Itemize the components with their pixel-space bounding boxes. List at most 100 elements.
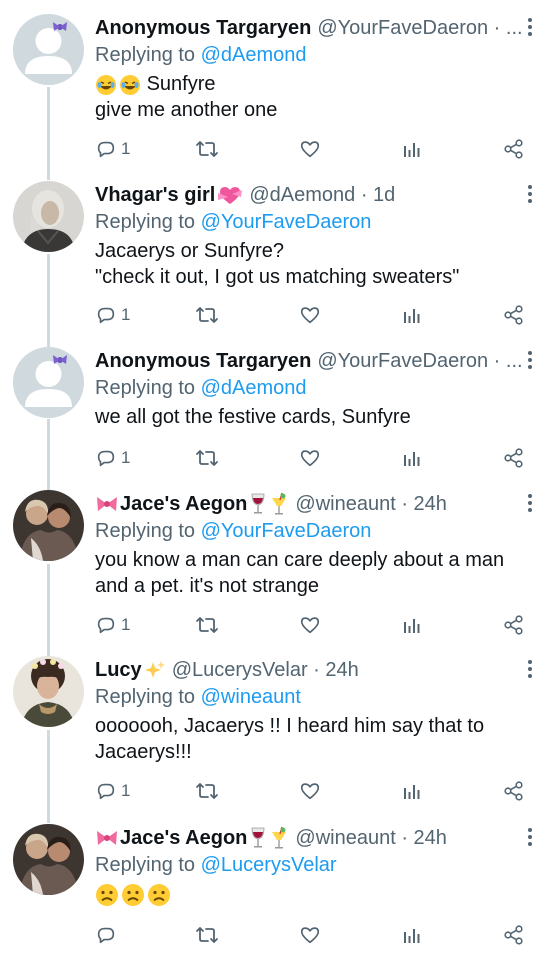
reply-button[interactable]: 1 (95, 136, 130, 162)
avatar[interactable] (13, 347, 84, 418)
avatar[interactable] (13, 824, 84, 895)
reply-thread: Anonymous Targaryen @YourFaveDaeron · ..… (0, 0, 558, 960)
more-icon[interactable] (526, 183, 534, 205)
display-name[interactable]: Anonymous Targaryen (95, 350, 311, 373)
share-icon (504, 615, 523, 635)
tweet[interactable]: Jace's Aegon @wineaunt · 24h Replying to… (0, 824, 558, 960)
tweet[interactable]: Anonymous Targaryen @YourFaveDaeron · ..… (0, 347, 558, 477)
avatar[interactable] (13, 656, 84, 727)
like-icon (300, 783, 320, 800)
reply-count: 1 (121, 615, 131, 634)
analytics-icon (404, 785, 420, 799)
sparkles-emoji-icon (144, 659, 166, 681)
mention-link[interactable]: @dAemond (201, 44, 307, 66)
like-icon (300, 617, 320, 634)
retweet-icon (196, 927, 218, 943)
tweet-text: Jacaerys or Sunfyre? "check it out, I go… (95, 240, 460, 288)
like-button[interactable] (299, 778, 321, 804)
share-button[interactable] (503, 136, 525, 162)
mention-link[interactable]: @YourFaveDaeron (201, 211, 372, 233)
analytics-button[interactable] (401, 922, 421, 948)
like-button[interactable] (299, 612, 321, 638)
reply-button[interactable]: 1 (95, 612, 130, 638)
replying-to: Replying to @LucerysVelar (95, 854, 337, 876)
handle-and-time[interactable]: @wineaunt · 24h (295, 827, 447, 850)
retweet-button[interactable] (195, 778, 219, 804)
more-icon[interactable] (526, 658, 534, 680)
display-name[interactable]: Vhagar's girl (95, 184, 215, 207)
like-button[interactable] (299, 445, 321, 471)
more-icon[interactable] (526, 826, 534, 848)
mention-link[interactable]: @LucerysVelar (201, 854, 337, 876)
display-name[interactable]: Anonymous Targaryen (95, 17, 311, 40)
share-icon (504, 305, 523, 325)
more-icon[interactable] (526, 349, 534, 371)
tweet-text: ooooooh, Jacaerys !! I heard him say tha… (95, 715, 485, 763)
more-icon[interactable] (526, 16, 534, 38)
ribbon-bow-emoji-icon (95, 494, 119, 514)
handle-and-time[interactable]: @dAemond · 1d (249, 184, 395, 207)
frowning-face-emoji-icon (95, 883, 171, 907)
avatar[interactable] (13, 490, 84, 561)
analytics-button[interactable] (401, 136, 421, 162)
analytics-button[interactable] (401, 612, 421, 638)
tweet[interactable]: Jace's Aegon @wineaunt · 24h Replying to… (0, 490, 558, 650)
like-icon (300, 927, 320, 944)
handle-and-time[interactable]: @LucerysVelar · 24h (172, 659, 359, 682)
reply-icon (97, 927, 115, 944)
handle-and-time[interactable]: @YourFaveDaeron · ... (317, 350, 522, 373)
handle-and-time[interactable]: @YourFaveDaeron · ... (317, 17, 522, 40)
share-button[interactable] (503, 612, 525, 638)
like-button[interactable] (299, 136, 321, 162)
retweet-button[interactable] (195, 922, 219, 948)
replying-to: Replying to @dAemond (95, 44, 307, 66)
share-button[interactable] (503, 302, 525, 328)
tweet[interactable]: Anonymous Targaryen @YourFaveDaeron · ..… (0, 14, 558, 174)
avatar[interactable] (13, 181, 84, 252)
analytics-button[interactable] (401, 302, 421, 328)
mention-link[interactable]: @wineaunt (201, 686, 301, 708)
tweet-actions: 1 (95, 136, 535, 162)
analytics-button[interactable] (401, 445, 421, 471)
replying-to: Replying to @YourFaveDaeron (95, 520, 372, 542)
display-name[interactable]: Jace's Aegon (120, 493, 247, 516)
reply-button[interactable]: 1 (95, 445, 130, 471)
handle-and-time[interactable]: @wineaunt · 24h (295, 493, 447, 516)
share-button[interactable] (503, 778, 525, 804)
share-button[interactable] (503, 445, 525, 471)
tweet-text: Sunfyre give me another one (95, 73, 278, 121)
retweet-button[interactable] (195, 302, 219, 328)
replying-to: Replying to @dAemond (95, 377, 307, 399)
mention-link[interactable]: @YourFaveDaeron (201, 520, 372, 542)
like-icon (300, 450, 320, 467)
tweet[interactable]: Vhagar's girl @dAemond · 1d Replying to … (0, 181, 558, 341)
like-button[interactable] (299, 922, 321, 948)
tweet-actions: 1 (95, 445, 535, 471)
avatar[interactable] (13, 14, 84, 85)
display-name[interactable]: Lucy (95, 659, 142, 682)
reply-button[interactable] (95, 922, 121, 948)
tweet[interactable]: Lucy @LucerysVelar · 24h Replying to @wi… (0, 656, 558, 816)
reply-button[interactable]: 1 (95, 778, 130, 804)
reply-icon (97, 307, 115, 324)
retweet-icon (196, 141, 218, 157)
share-icon (504, 925, 523, 945)
like-button[interactable] (299, 302, 321, 328)
reply-icon (97, 783, 115, 800)
share-button[interactable] (503, 922, 525, 948)
ribbon-bow-emoji-icon (95, 828, 119, 848)
reply-button[interactable]: 1 (95, 302, 130, 328)
retweet-button[interactable] (195, 136, 219, 162)
retweet-icon (196, 450, 218, 466)
analytics-button[interactable] (401, 778, 421, 804)
reply-count: 1 (121, 305, 131, 324)
reply-count: 1 (121, 781, 131, 800)
display-name[interactable]: Jace's Aegon (120, 827, 247, 850)
laughing-emoji-icon (95, 74, 141, 96)
more-icon[interactable] (526, 492, 534, 514)
retweet-button[interactable] (195, 445, 219, 471)
analytics-icon (404, 619, 420, 633)
mention-link[interactable]: @dAemond (201, 377, 307, 399)
analytics-icon (404, 309, 420, 323)
retweet-button[interactable] (195, 612, 219, 638)
